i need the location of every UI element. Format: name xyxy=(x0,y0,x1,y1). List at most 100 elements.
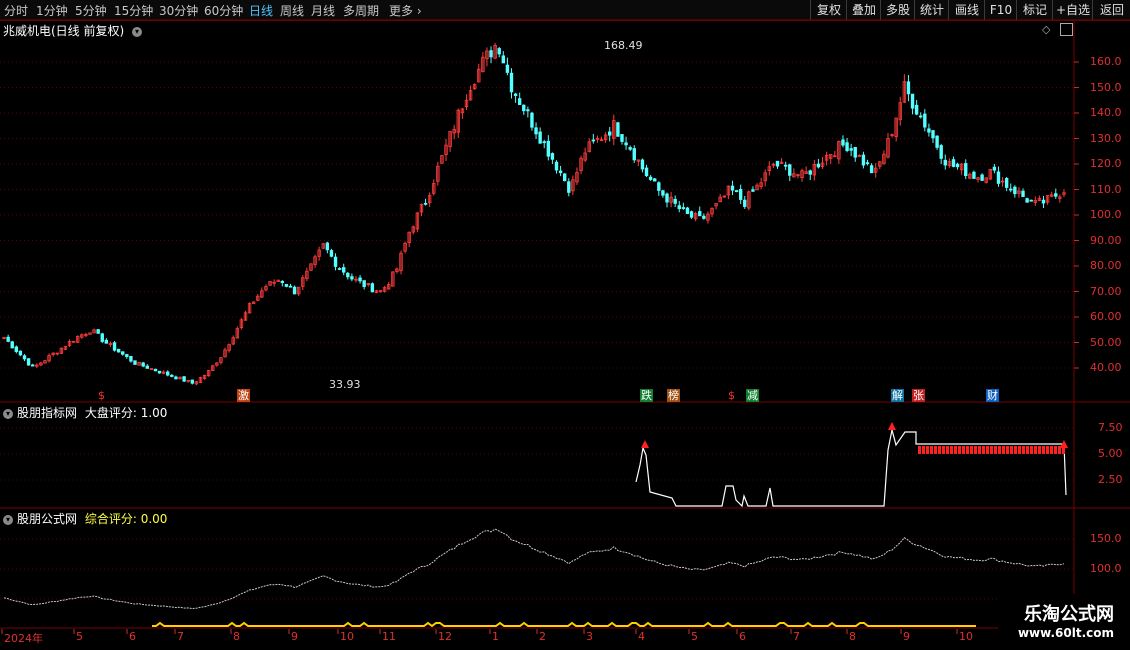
x-tick-4: 8 xyxy=(233,630,240,643)
candle xyxy=(170,373,174,378)
candle xyxy=(456,108,460,138)
candle xyxy=(415,212,420,233)
candle xyxy=(317,246,321,261)
candle xyxy=(849,143,853,157)
candle xyxy=(84,332,88,338)
main-y-tick-1: 150.0 xyxy=(1090,80,1122,94)
signal-dollar: $ xyxy=(98,389,105,402)
candle xyxy=(30,363,35,367)
candle xyxy=(92,328,96,334)
candle xyxy=(841,135,845,148)
indicator1-header: ▾ 股朋指标网 大盘评分: 1.00 xyxy=(3,404,167,421)
candle xyxy=(96,329,100,334)
x-tick-14: 6 xyxy=(739,630,746,643)
candle xyxy=(886,133,890,159)
candle xyxy=(309,263,313,271)
indicator1-bar xyxy=(946,446,949,454)
indicator1-bar xyxy=(1034,446,1037,454)
candle xyxy=(460,108,465,119)
candle xyxy=(972,170,976,179)
indicator2-name: 股朋公式网 xyxy=(17,512,78,526)
indicator1-bar xyxy=(954,446,957,454)
candle xyxy=(644,164,649,178)
candle xyxy=(403,241,407,254)
x-tick-0: 2024年 xyxy=(4,632,43,645)
candle xyxy=(878,161,882,170)
candle xyxy=(567,178,571,197)
candle xyxy=(219,357,223,365)
main-y-tick-0: 160.0 xyxy=(1090,55,1122,68)
x-tick-7: 11 xyxy=(382,630,396,643)
x-axis xyxy=(1,629,958,634)
chart-grid xyxy=(0,19,1130,629)
candle xyxy=(198,376,203,384)
signal-cai: 财 xyxy=(986,389,999,402)
candle xyxy=(1025,197,1029,203)
candle xyxy=(161,370,166,375)
candle xyxy=(47,353,51,363)
indicator1-bar xyxy=(1030,446,1033,454)
candle xyxy=(43,360,47,364)
candle xyxy=(575,167,579,185)
candle xyxy=(247,302,252,314)
candle xyxy=(448,131,452,153)
candle xyxy=(1041,195,1046,209)
main-y-tick-4: 120.0 xyxy=(1090,157,1122,170)
candle xyxy=(178,376,182,380)
signal-die: 跌 xyxy=(640,389,653,402)
candle xyxy=(337,267,342,271)
candle xyxy=(395,267,399,274)
candle xyxy=(1037,195,1042,202)
main-y-tick-2: 140.0 xyxy=(1090,106,1122,119)
diamond-icon[interactable]: ◇ xyxy=(1042,23,1050,36)
candle xyxy=(1058,194,1062,203)
candle xyxy=(1029,199,1033,202)
candle xyxy=(411,225,415,235)
indicator2-label: 综合评分: xyxy=(84,512,137,526)
chevron-down-icon[interactable]: ▾ xyxy=(132,26,143,37)
candle xyxy=(264,284,268,292)
chevron-down-icon[interactable]: ▾ xyxy=(3,514,13,525)
candle xyxy=(141,361,145,368)
candle xyxy=(305,267,309,282)
candle xyxy=(149,368,154,370)
candle xyxy=(583,147,587,163)
candle xyxy=(603,132,608,143)
candle xyxy=(988,168,992,181)
candle xyxy=(865,159,870,166)
indicator1-bar xyxy=(1018,446,1021,454)
indicator1-name: 股朋指标网 xyxy=(17,406,78,420)
candle xyxy=(595,135,600,143)
candle xyxy=(779,158,784,164)
candle xyxy=(677,201,681,213)
indicator2-score-line xyxy=(152,621,976,628)
candle xyxy=(133,360,137,365)
candle xyxy=(693,211,698,222)
candle xyxy=(743,195,747,209)
candle xyxy=(968,172,972,180)
chart-canvas[interactable] xyxy=(0,0,1130,650)
candle xyxy=(906,75,911,102)
candle xyxy=(243,310,248,321)
candle xyxy=(112,340,117,352)
candle xyxy=(657,181,661,196)
indicator1-bar xyxy=(978,446,981,454)
indicator1-bar xyxy=(958,446,961,454)
candle xyxy=(804,166,808,174)
candle xyxy=(489,46,493,64)
candle xyxy=(538,127,542,144)
indicator1-bar xyxy=(942,446,945,454)
candle xyxy=(251,301,256,304)
candle xyxy=(792,168,796,178)
candle xyxy=(640,158,645,173)
chevron-down-icon[interactable]: ▾ xyxy=(3,408,13,419)
candle xyxy=(100,332,104,344)
x-tick-2: 6 xyxy=(129,630,136,643)
window-toggle-icon[interactable] xyxy=(1060,23,1073,36)
candle xyxy=(481,52,485,73)
indicator1-bar xyxy=(998,446,1001,454)
indicator1-bar xyxy=(1054,446,1057,454)
candle xyxy=(509,68,514,99)
candle xyxy=(689,210,694,219)
candle xyxy=(714,203,718,210)
